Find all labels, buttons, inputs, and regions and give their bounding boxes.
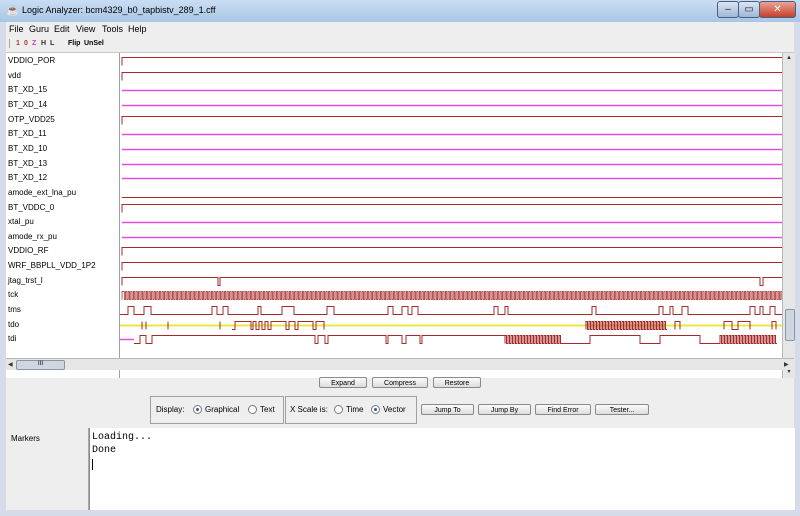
- vertical-scrollbar[interactable]: ▲ ▼: [782, 53, 795, 378]
- signal-name-bt-xd-15[interactable]: BT_XD_15: [8, 85, 47, 94]
- signal-name-bt-vddc-0[interactable]: BT_VDDC_0: [8, 203, 54, 212]
- waveform-tms: [120, 306, 782, 315]
- waveform-plot[interactable]: [120, 53, 782, 378]
- window-title: Logic Analyzer: bcm4329_b0_tapbistv_289_…: [22, 5, 216, 15]
- jump-by-button[interactable]: Jump By: [478, 404, 531, 415]
- signal-name-list: VDDIO_PORvdd BT_XD_15 BT_XD_14 OTP_VDD25 BT_…: [6, 53, 120, 378]
- tool-z[interactable]: Z: [32, 40, 36, 47]
- waveform-tck: [121, 291, 782, 300]
- tool-unsel[interactable]: UnSel: [84, 40, 104, 47]
- graphical-label[interactable]: Graphical: [205, 405, 239, 414]
- scroll-right-arrow[interactable]: ▶: [784, 361, 789, 368]
- xscale-label: X Scale is:: [290, 405, 328, 414]
- graphical-radio[interactable]: [193, 405, 202, 414]
- console-output[interactable]: Loading... Done: [89, 428, 795, 510]
- title-bar: ☕ Logic Analyzer: bcm4329_b0_tapbistv_28…: [0, 0, 800, 22]
- signal-name-amode-ext-lna-pu[interactable]: amode_ext_lna_pu: [8, 188, 76, 197]
- tool-flip[interactable]: Flip: [68, 40, 80, 47]
- signal-name-otp-vdd25[interactable]: OTP_VDD25: [8, 115, 55, 124]
- signal-name-jtag-trst-l[interactable]: jtag_trst_l: [8, 276, 43, 285]
- text-option-label[interactable]: Text: [260, 405, 275, 414]
- console-line: Done: [92, 445, 117, 456]
- xscale-group: X Scale is: Time Vector: [285, 396, 417, 424]
- find-error-button[interactable]: Find Error: [535, 404, 591, 415]
- restore-button[interactable]: Restore: [433, 377, 481, 388]
- signal-name-vdd[interactable]: vdd: [8, 71, 21, 80]
- scroll-up-arrow[interactable]: ▲: [786, 55, 792, 61]
- markers-pane: Markers: [6, 428, 89, 510]
- signal-name-tdo[interactable]: tdo: [8, 320, 19, 329]
- vector-radio[interactable]: [371, 405, 380, 414]
- waveform-wrf-bbpll-vdd-1p2: [121, 262, 782, 271]
- markers-label: Markers: [11, 434, 40, 443]
- signal-name-xtal-pu[interactable]: xtal_pu: [8, 217, 34, 226]
- tool-one[interactable]: 1: [16, 40, 20, 47]
- app-frame: File Guru Edit View Tools Help 1 0 Z H L…: [6, 22, 795, 510]
- signal-name-tms[interactable]: tms: [8, 305, 21, 314]
- signal-name-bt-xd-14[interactable]: BT_XD_14: [8, 100, 47, 109]
- menu-view[interactable]: View: [76, 24, 95, 34]
- horizontal-scrollbar[interactable]: ◀ III ▶: [6, 358, 794, 370]
- waveform-panel: VDDIO_PORvdd BT_XD_15 BT_XD_14 OTP_VDD25 BT_…: [6, 53, 795, 378]
- signal-name-tdi[interactable]: tdi: [8, 334, 16, 343]
- vector-label[interactable]: Vector: [383, 405, 406, 414]
- menu-tools[interactable]: Tools: [102, 24, 123, 34]
- tool-l[interactable]: L: [50, 40, 54, 47]
- signal-name-tck[interactable]: tck: [8, 290, 18, 299]
- signal-name-bt-xd-10[interactable]: BT_XD_10: [8, 144, 47, 153]
- compress-button[interactable]: Compress: [372, 377, 428, 388]
- horizontal-scroll-thumb[interactable]: III: [16, 360, 65, 370]
- menu-guru[interactable]: Guru: [29, 24, 49, 34]
- menu-help[interactable]: Help: [128, 24, 147, 34]
- tester-button[interactable]: Tester...: [595, 404, 649, 415]
- signal-name-vddio-por[interactable]: VDDIO_POR: [8, 56, 55, 65]
- scroll-left-arrow[interactable]: ◀: [8, 361, 13, 368]
- menu-file[interactable]: File: [9, 24, 24, 34]
- signal-name-bt-xd-13[interactable]: BT_XD_13: [8, 159, 47, 168]
- signal-name-wrf-bbpll-vdd-1p2[interactable]: WRF_BBPLL_VDD_1P2: [8, 261, 96, 270]
- java-app-icon: ☕: [6, 5, 20, 17]
- display-group: Display: Graphical Text: [150, 396, 284, 424]
- signal-name-amode-rx-pu[interactable]: amode_rx_pu: [8, 232, 57, 241]
- vertical-scroll-thumb[interactable]: [785, 309, 795, 341]
- close-button[interactable]: ✕: [759, 1, 796, 18]
- waveform-vddio-rf: [121, 247, 782, 256]
- waveform-vdd: [121, 72, 782, 81]
- display-label: Display:: [156, 405, 185, 414]
- toolbar: 1 0 Z H L Flip UnSel: [6, 36, 794, 53]
- time-label[interactable]: Time: [346, 405, 363, 414]
- time-radio[interactable]: [334, 405, 343, 414]
- waveform-bt-vddc-0: [121, 204, 782, 213]
- text-radio[interactable]: [248, 405, 257, 414]
- minimize-button[interactable]: ‒: [717, 1, 739, 18]
- maximize-button[interactable]: ▭: [738, 1, 760, 18]
- waveform-tdi: [134, 335, 777, 344]
- waveform-vddio-por: [121, 57, 782, 66]
- jump-to-button[interactable]: Jump To: [421, 404, 474, 415]
- toolbar-grip: [9, 39, 10, 48]
- signal-name-vddio-rf[interactable]: VDDIO_RF: [8, 246, 48, 255]
- text-cursor: [92, 459, 93, 470]
- signal-name-bt-xd-11[interactable]: BT_XD_11: [8, 129, 47, 138]
- waveform-otp-vdd25: [121, 116, 782, 125]
- signal-name-bt-xd-12[interactable]: BT_XD_12: [8, 173, 47, 182]
- tool-zero[interactable]: 0: [24, 40, 28, 47]
- menu-bar: File Guru Edit View Tools Help: [6, 22, 794, 36]
- console-line: Loading...: [92, 432, 153, 443]
- waveform-jtag-trst-l: [121, 277, 782, 286]
- expand-button[interactable]: Expand: [319, 377, 367, 388]
- menu-edit[interactable]: Edit: [54, 24, 70, 34]
- tool-h[interactable]: H: [41, 40, 46, 47]
